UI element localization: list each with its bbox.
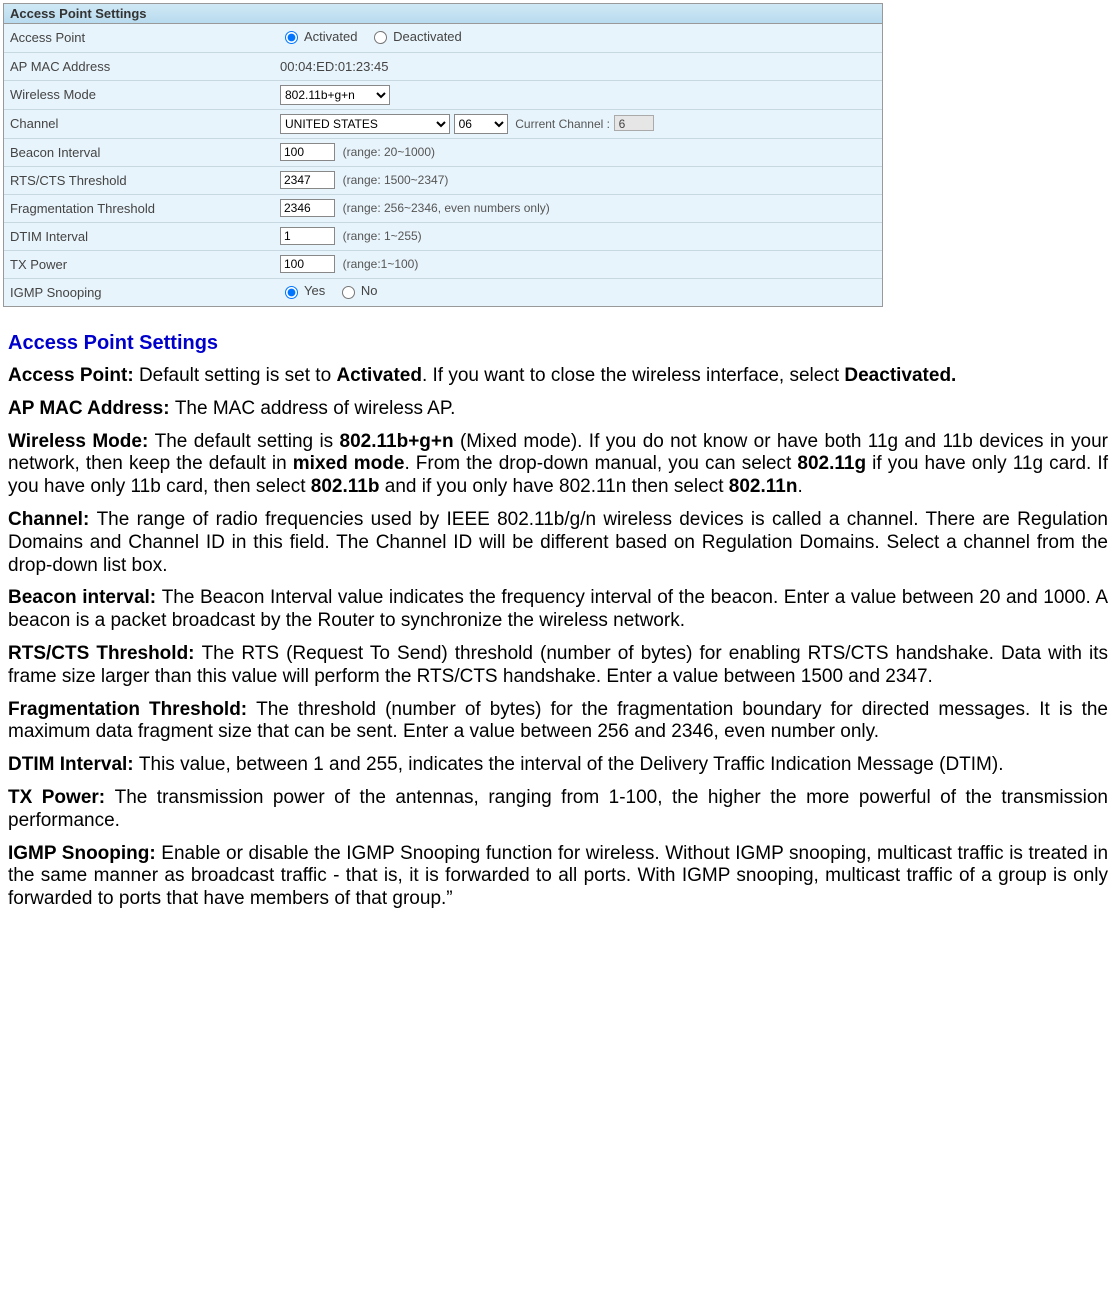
select-wireless-mode[interactable]: 802.11b+g+n <box>280 85 390 105</box>
row-txpower: TX Power (range:1~100) <box>4 250 882 278</box>
input-beacon[interactable] <box>280 143 335 161</box>
radio-activated-label: Activated <box>304 29 357 44</box>
label-mac: AP MAC Address <box>4 52 274 80</box>
row-access-point: Access Point Activated Deactivated <box>4 24 882 52</box>
doc-p-wmode: Wireless Mode: The default setting is 80… <box>8 431 1108 499</box>
label-frag: Fragmentation Threshold <box>4 194 274 222</box>
doc-heading: Access Point Settings <box>8 331 1108 355</box>
doc-p-channel: Channel: The range of radio frequencies … <box>8 509 1108 577</box>
label-access-point: Access Point <box>4 24 274 52</box>
row-mac: AP MAC Address 00:04:ED:01:23:45 <box>4 52 882 80</box>
select-channel-country[interactable]: UNITED STATES <box>280 114 450 134</box>
label-rts: RTS/CTS Threshold <box>4 166 274 194</box>
doc-p-frag: Fragmentation Threshold: The threshold (… <box>8 699 1108 745</box>
input-txpower[interactable] <box>280 255 335 273</box>
select-channel-id[interactable]: 06 <box>454 114 508 134</box>
doc-p-igmp: IGMP Snooping: Enable or disable the IGM… <box>8 843 1108 911</box>
current-channel-value: 6 <box>614 115 654 131</box>
row-dtim: DTIM Interval (range: 1~255) <box>4 222 882 250</box>
radio-activated[interactable] <box>285 31 298 44</box>
hint-beacon: (range: 20~1000) <box>343 145 435 159</box>
doc-p-access-point: Access Point: Default setting is set to … <box>8 365 1108 388</box>
row-igmp: IGMP Snooping Yes No <box>4 278 882 306</box>
row-beacon: Beacon Interval (range: 20~1000) <box>4 138 882 166</box>
radio-deactivated-label: Deactivated <box>393 29 462 44</box>
input-rts[interactable] <box>280 171 335 189</box>
label-dtim: DTIM Interval <box>4 222 274 250</box>
radio-igmp-yes-label: Yes <box>304 283 325 298</box>
row-channel: Channel UNITED STATES 06 Current Channel… <box>4 109 882 138</box>
hint-txpower: (range:1~100) <box>343 257 419 271</box>
doc-p-tx: TX Power: The transmission power of the … <box>8 787 1108 833</box>
hint-dtim: (range: 1~255) <box>343 229 422 243</box>
hint-rts: (range: 1500~2347) <box>343 173 449 187</box>
hint-frag: (range: 256~2346, even numbers only) <box>343 201 550 215</box>
label-txpower: TX Power <box>4 250 274 278</box>
label-channel: Channel <box>4 109 274 138</box>
current-channel-label: Current Channel : <box>515 117 610 131</box>
radio-igmp-no[interactable] <box>342 286 355 299</box>
documentation-section: Access Point Settings Access Point: Defa… <box>0 307 1118 941</box>
doc-p-mac: AP MAC Address: The MAC address of wirel… <box>8 398 1108 421</box>
doc-p-rts: RTS/CTS Threshold: The RTS (Request To S… <box>8 643 1108 689</box>
radio-igmp-no-label: No <box>361 283 378 298</box>
row-wireless-mode: Wireless Mode 802.11b+g+n <box>4 80 882 109</box>
doc-p-dtim: DTIM Interval: This value, between 1 and… <box>8 754 1108 777</box>
radio-deactivated[interactable] <box>374 31 387 44</box>
access-point-settings-panel: Access Point Settings Access Point Activ… <box>3 3 883 307</box>
label-igmp: IGMP Snooping <box>4 278 274 306</box>
panel-title: Access Point Settings <box>4 4 882 24</box>
value-mac: 00:04:ED:01:23:45 <box>274 52 882 80</box>
input-frag[interactable] <box>280 199 335 217</box>
input-dtim[interactable] <box>280 227 335 245</box>
radio-igmp-yes[interactable] <box>285 286 298 299</box>
row-rts: RTS/CTS Threshold (range: 1500~2347) <box>4 166 882 194</box>
doc-p-beacon: Beacon interval: The Beacon Interval val… <box>8 587 1108 633</box>
settings-table: Access Point Activated Deactivated AP MA… <box>4 24 882 306</box>
label-beacon: Beacon Interval <box>4 138 274 166</box>
label-wireless-mode: Wireless Mode <box>4 80 274 109</box>
row-frag: Fragmentation Threshold (range: 256~2346… <box>4 194 882 222</box>
